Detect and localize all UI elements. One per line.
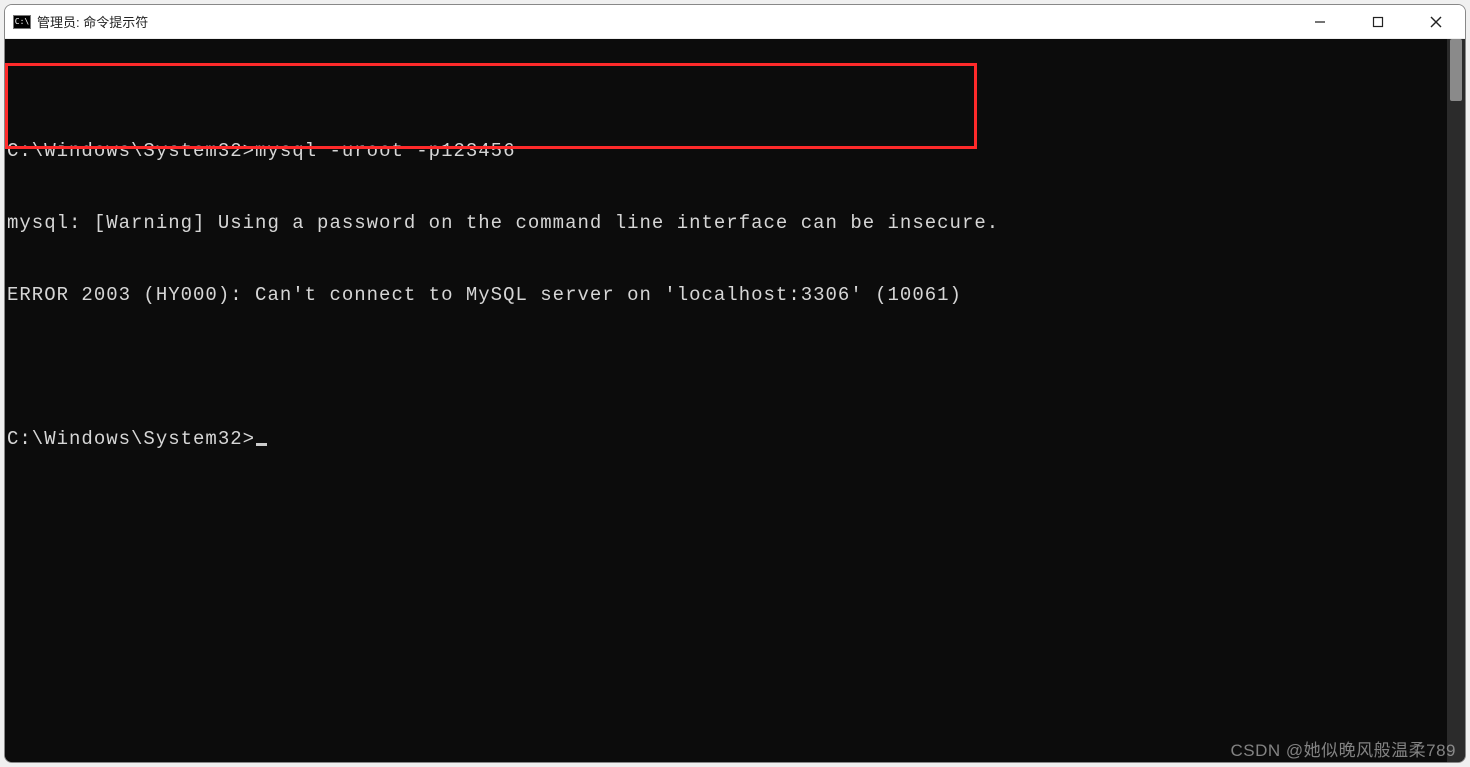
maximize-icon [1372,16,1384,28]
titlebar[interactable]: C:\ 管理员: 命令提示符 [5,5,1465,39]
prompt-path: C:\Windows\System32> [7,140,255,162]
terminal-line [5,355,1447,379]
scrollbar[interactable] [1447,39,1465,762]
close-icon [1430,16,1442,28]
close-button[interactable] [1407,5,1465,38]
terminal-line: ERROR 2003 (HY000): Can't connect to MyS… [5,283,1447,307]
minimize-button[interactable] [1291,5,1349,38]
cursor [256,443,267,446]
scrollbar-thumb[interactable] [1450,39,1462,101]
window-title: 管理员: 命令提示符 [37,12,148,31]
terminal-line: C:\Windows\System32> [5,427,1447,451]
prompt-path: C:\Windows\System32> [7,428,255,450]
command-prompt-window: C:\ 管理员: 命令提示符 C:\Windows\System32>mysql… [4,4,1466,763]
terminal-line: C:\Windows\System32>mysql -uroot -p12345… [5,139,1447,163]
app-icon: C:\ [13,15,31,29]
highlight-annotation [5,63,977,149]
terminal[interactable]: C:\Windows\System32>mysql -uroot -p12345… [5,39,1447,762]
prompt-command: mysql -uroot -p123456 [255,140,515,162]
terminal-line: mysql: [Warning] Using a password on the… [5,211,1447,235]
terminal-area: C:\Windows\System32>mysql -uroot -p12345… [5,39,1465,762]
minimize-icon [1314,16,1326,28]
window-controls [1291,5,1465,38]
maximize-button[interactable] [1349,5,1407,38]
